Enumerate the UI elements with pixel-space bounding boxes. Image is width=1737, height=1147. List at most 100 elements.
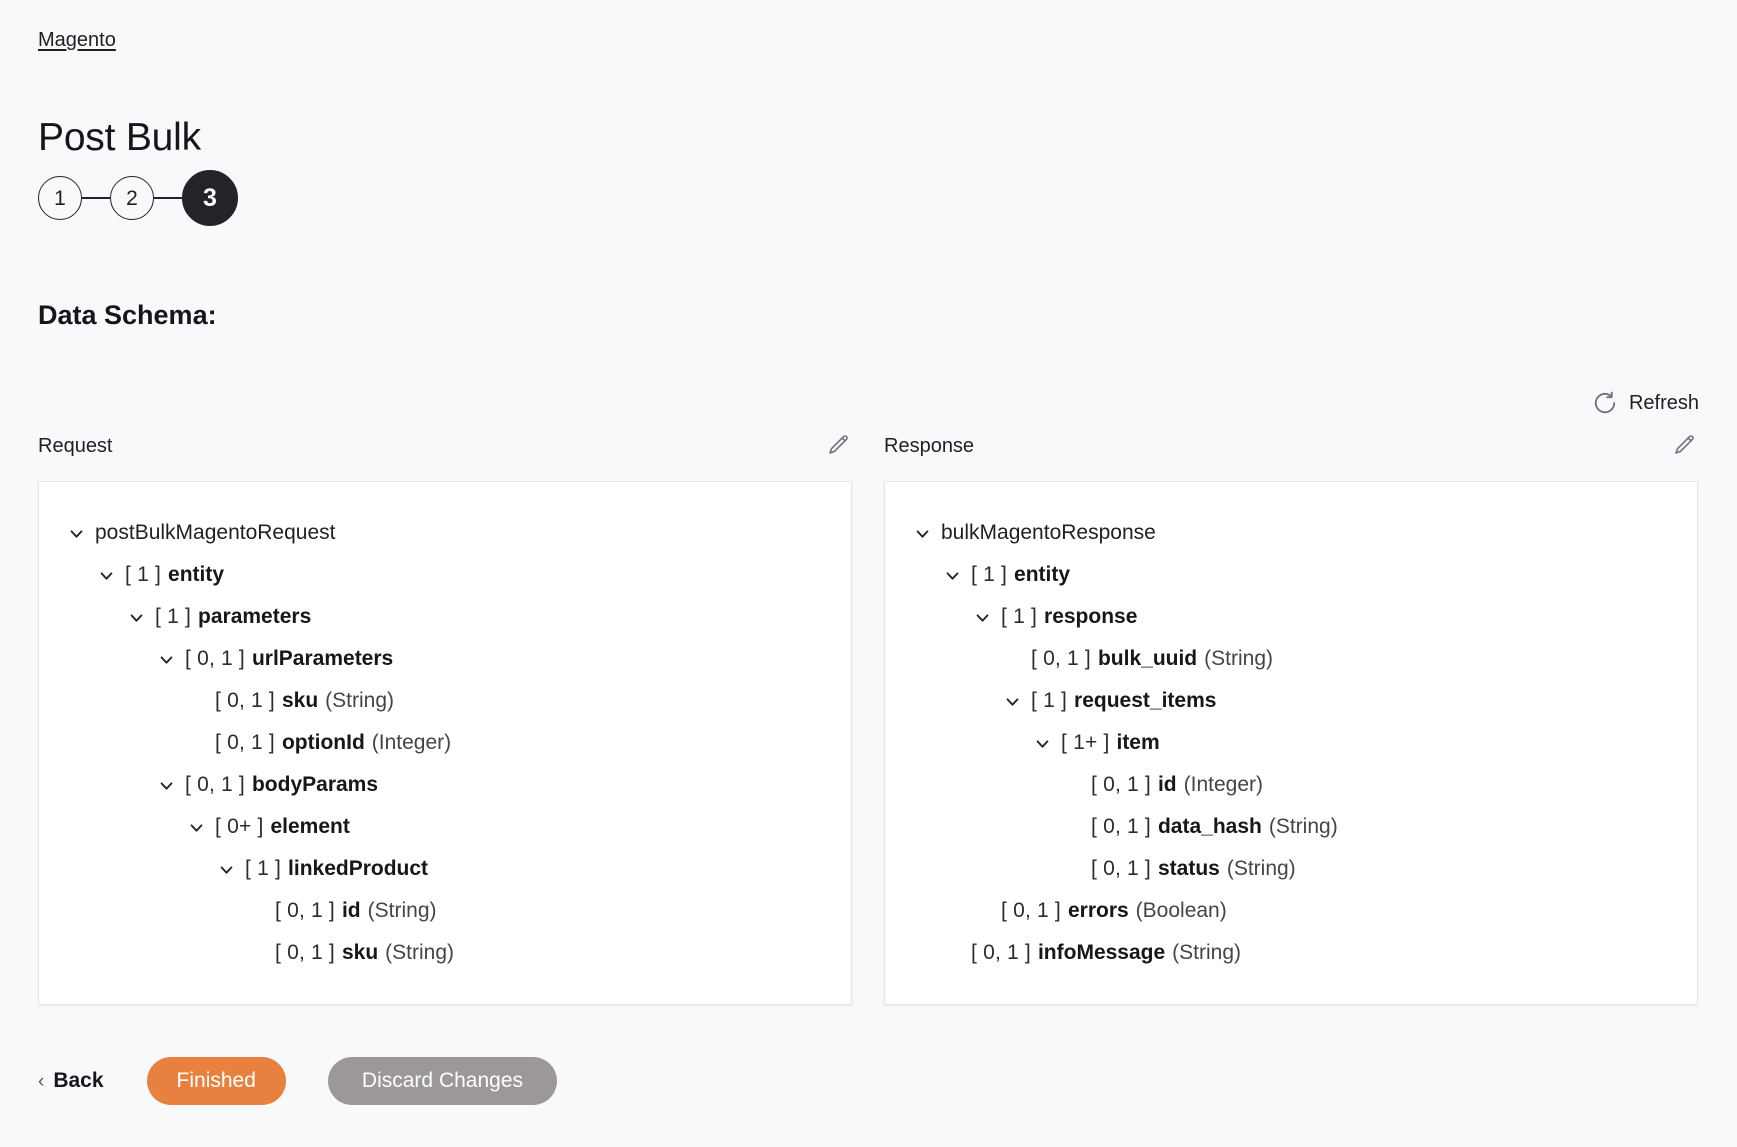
tree-node-name: urlParameters: [251, 647, 394, 670]
tree-node-name: request_items: [1074, 689, 1217, 712]
tree-node-urlParameters[interactable]: [ 0, 1 ] urlParameters: [63, 638, 827, 680]
tree-node-name: bulkMagentoResponse: [941, 521, 1156, 544]
tree-node-element[interactable]: [ 0+ ] element: [63, 806, 827, 848]
tree-node-infoMessage: [ 0, 1 ] infoMessage (String): [909, 932, 1673, 974]
request-panel: Request postBulkMagentoRequest [ 1 ] entit…: [38, 425, 852, 1005]
tree-node-name: element: [270, 815, 350, 838]
tree-node-name: errors: [1067, 899, 1129, 922]
step-1[interactable]: 1: [38, 176, 82, 220]
tree-node-name: response: [1044, 605, 1138, 628]
tree-node-type: (Integer): [1183, 773, 1264, 796]
request-edit-pencil-icon[interactable]: [824, 431, 852, 459]
tree-node-name: id: [341, 899, 361, 922]
tree-node-cardinality: [ 0, 1 ]: [185, 773, 245, 796]
tree-node-errors: [ 0, 1 ] errors (Boolean): [909, 890, 1673, 932]
tree-node-item[interactable]: [ 1+ ] item: [909, 722, 1673, 764]
chevron-down-icon[interactable]: [63, 520, 89, 546]
tree-node-bulk_uuid: [ 0, 1 ] bulk_uuid (String): [909, 638, 1673, 680]
tree-node-id: [ 0, 1 ] id (String): [63, 890, 827, 932]
tree-node-cardinality: [ 0, 1 ]: [1091, 857, 1151, 880]
tree-node-type: (String): [385, 941, 455, 964]
tree-node-cardinality: [ 1+ ]: [1061, 731, 1110, 754]
tree-node-cardinality: [ 1 ]: [125, 563, 162, 586]
tree-node-cardinality: [ 0+ ]: [215, 815, 264, 838]
refresh-button[interactable]: Refresh: [1592, 390, 1699, 416]
chevron-down-icon[interactable]: [969, 604, 995, 630]
tree-node-type: (String): [367, 899, 437, 922]
tree-node-status: [ 0, 1 ] status (String): [909, 848, 1673, 890]
tree-node-name: entity: [1014, 563, 1071, 586]
tree-node-name: item: [1116, 731, 1160, 754]
tree-node-type: (String): [325, 689, 395, 712]
tree-node-name: optionId: [281, 731, 365, 754]
tree-node-cardinality: [ 0, 1 ]: [275, 899, 335, 922]
response-panel: Response bulkMagentoResponse[ 1 ] entity[…: [884, 425, 1698, 1005]
chevron-left-icon: ‹: [38, 1070, 45, 1092]
tree-node-cardinality: [ 1 ]: [1001, 605, 1038, 628]
tree-node-cardinality: [ 0, 1 ]: [275, 941, 335, 964]
request-panel-label: Request: [38, 435, 113, 457]
tree-node-parameters[interactable]: [ 1 ] parameters: [63, 596, 827, 638]
chevron-down-icon[interactable]: [999, 688, 1025, 714]
request-tree-container: postBulkMagentoRequest [ 1 ] entity [ 1 ] pa…: [38, 481, 852, 1005]
chevron-down-icon[interactable]: [213, 856, 239, 882]
response-tree-container: bulkMagentoResponse [ 1 ] entity [ 1 ] respo…: [884, 481, 1698, 1005]
tree-node-type: (String): [1204, 647, 1273, 670]
tree-node-optionId: [ 0, 1 ] optionId (Integer): [63, 722, 827, 764]
tree-node-cardinality: [ 1 ]: [1031, 689, 1068, 712]
section-heading-data-schema: Data Schema:: [38, 300, 217, 331]
tree-node-name: data_hash: [1157, 815, 1262, 838]
stepper: 123: [38, 170, 238, 226]
tree-node-cardinality: [ 0, 1 ]: [185, 647, 245, 670]
tree-node-linkedProduct[interactable]: [ 1 ] linkedProduct: [63, 848, 827, 890]
tree-node-cardinality: [ 0, 1 ]: [1091, 773, 1151, 796]
step-3[interactable]: 3: [182, 170, 238, 226]
chevron-down-icon[interactable]: [153, 772, 179, 798]
chevron-down-icon[interactable]: [1029, 730, 1055, 756]
response-edit-pencil-icon[interactable]: [1670, 431, 1698, 459]
page-title: Post Bulk: [38, 116, 201, 160]
back-label: Back: [53, 1069, 104, 1092]
chevron-down-icon[interactable]: [93, 562, 119, 588]
step-connector: [82, 197, 110, 199]
tree-node-cardinality: [ 0, 1 ]: [215, 689, 275, 712]
tree-node-cardinality: [ 1 ]: [971, 563, 1008, 586]
chevron-down-icon[interactable]: [183, 814, 209, 840]
discard-changes-button[interactable]: Discard Changes: [327, 1057, 558, 1105]
chevron-down-icon[interactable]: [909, 520, 935, 546]
tree-node-entity[interactable]: [ 1 ] entity: [63, 554, 827, 596]
tree-node-request_items[interactable]: [ 1 ] request_items: [909, 680, 1673, 722]
request-panel-header: Request: [38, 425, 852, 459]
tree-node-type: (String): [1226, 857, 1296, 880]
tree-node-response[interactable]: [ 1 ] response: [909, 596, 1673, 638]
finished-button[interactable]: Finished: [146, 1057, 286, 1105]
tree-node-type: (String): [1172, 941, 1242, 964]
tree-node-cardinality: [ 0, 1 ]: [1001, 899, 1061, 922]
tree-node-name: sku: [281, 689, 319, 712]
refresh-label: Refresh: [1628, 391, 1699, 414]
request-tree: postBulkMagentoRequest [ 1 ] entity [ 1 ] pa…: [63, 512, 827, 974]
tree-node-sku: [ 0, 1 ] sku (String): [63, 932, 827, 974]
tree-node-entity[interactable]: [ 1 ] entity: [909, 554, 1673, 596]
schema-panels: Request postBulkMagentoRequest [ 1 ] entit…: [38, 425, 1699, 1005]
chevron-down-icon[interactable]: [123, 604, 149, 630]
chevron-down-icon[interactable]: [153, 646, 179, 672]
step-2[interactable]: 2: [110, 176, 154, 220]
tree-node-name: sku: [341, 941, 379, 964]
tree-node-type: (Integer): [371, 731, 452, 754]
breadcrumb-magento[interactable]: Magento: [38, 27, 116, 53]
tree-node-postBulkMagentoRequest[interactable]: postBulkMagentoRequest: [63, 512, 827, 554]
tree-node-name: infoMessage: [1037, 941, 1166, 964]
footer-actions: ‹ Back Finished Discard Changes: [38, 1057, 558, 1105]
back-button[interactable]: ‹ Back: [38, 1069, 104, 1093]
response-panel-label: Response: [884, 435, 975, 457]
tree-node-bulkMagentoResponse[interactable]: bulkMagentoResponse: [909, 512, 1673, 554]
tree-node-type: (String): [1268, 815, 1338, 838]
tree-node-name: entity: [168, 563, 225, 586]
tree-node-name: postBulkMagentoRequest: [95, 521, 336, 544]
chevron-down-icon[interactable]: [939, 562, 965, 588]
tree-node-cardinality: [ 1 ]: [155, 605, 192, 628]
tree-node-cardinality: [ 1 ]: [245, 857, 282, 880]
tree-node-name: status: [1157, 857, 1220, 880]
tree-node-bodyParams[interactable]: [ 0, 1 ] bodyParams: [63, 764, 827, 806]
